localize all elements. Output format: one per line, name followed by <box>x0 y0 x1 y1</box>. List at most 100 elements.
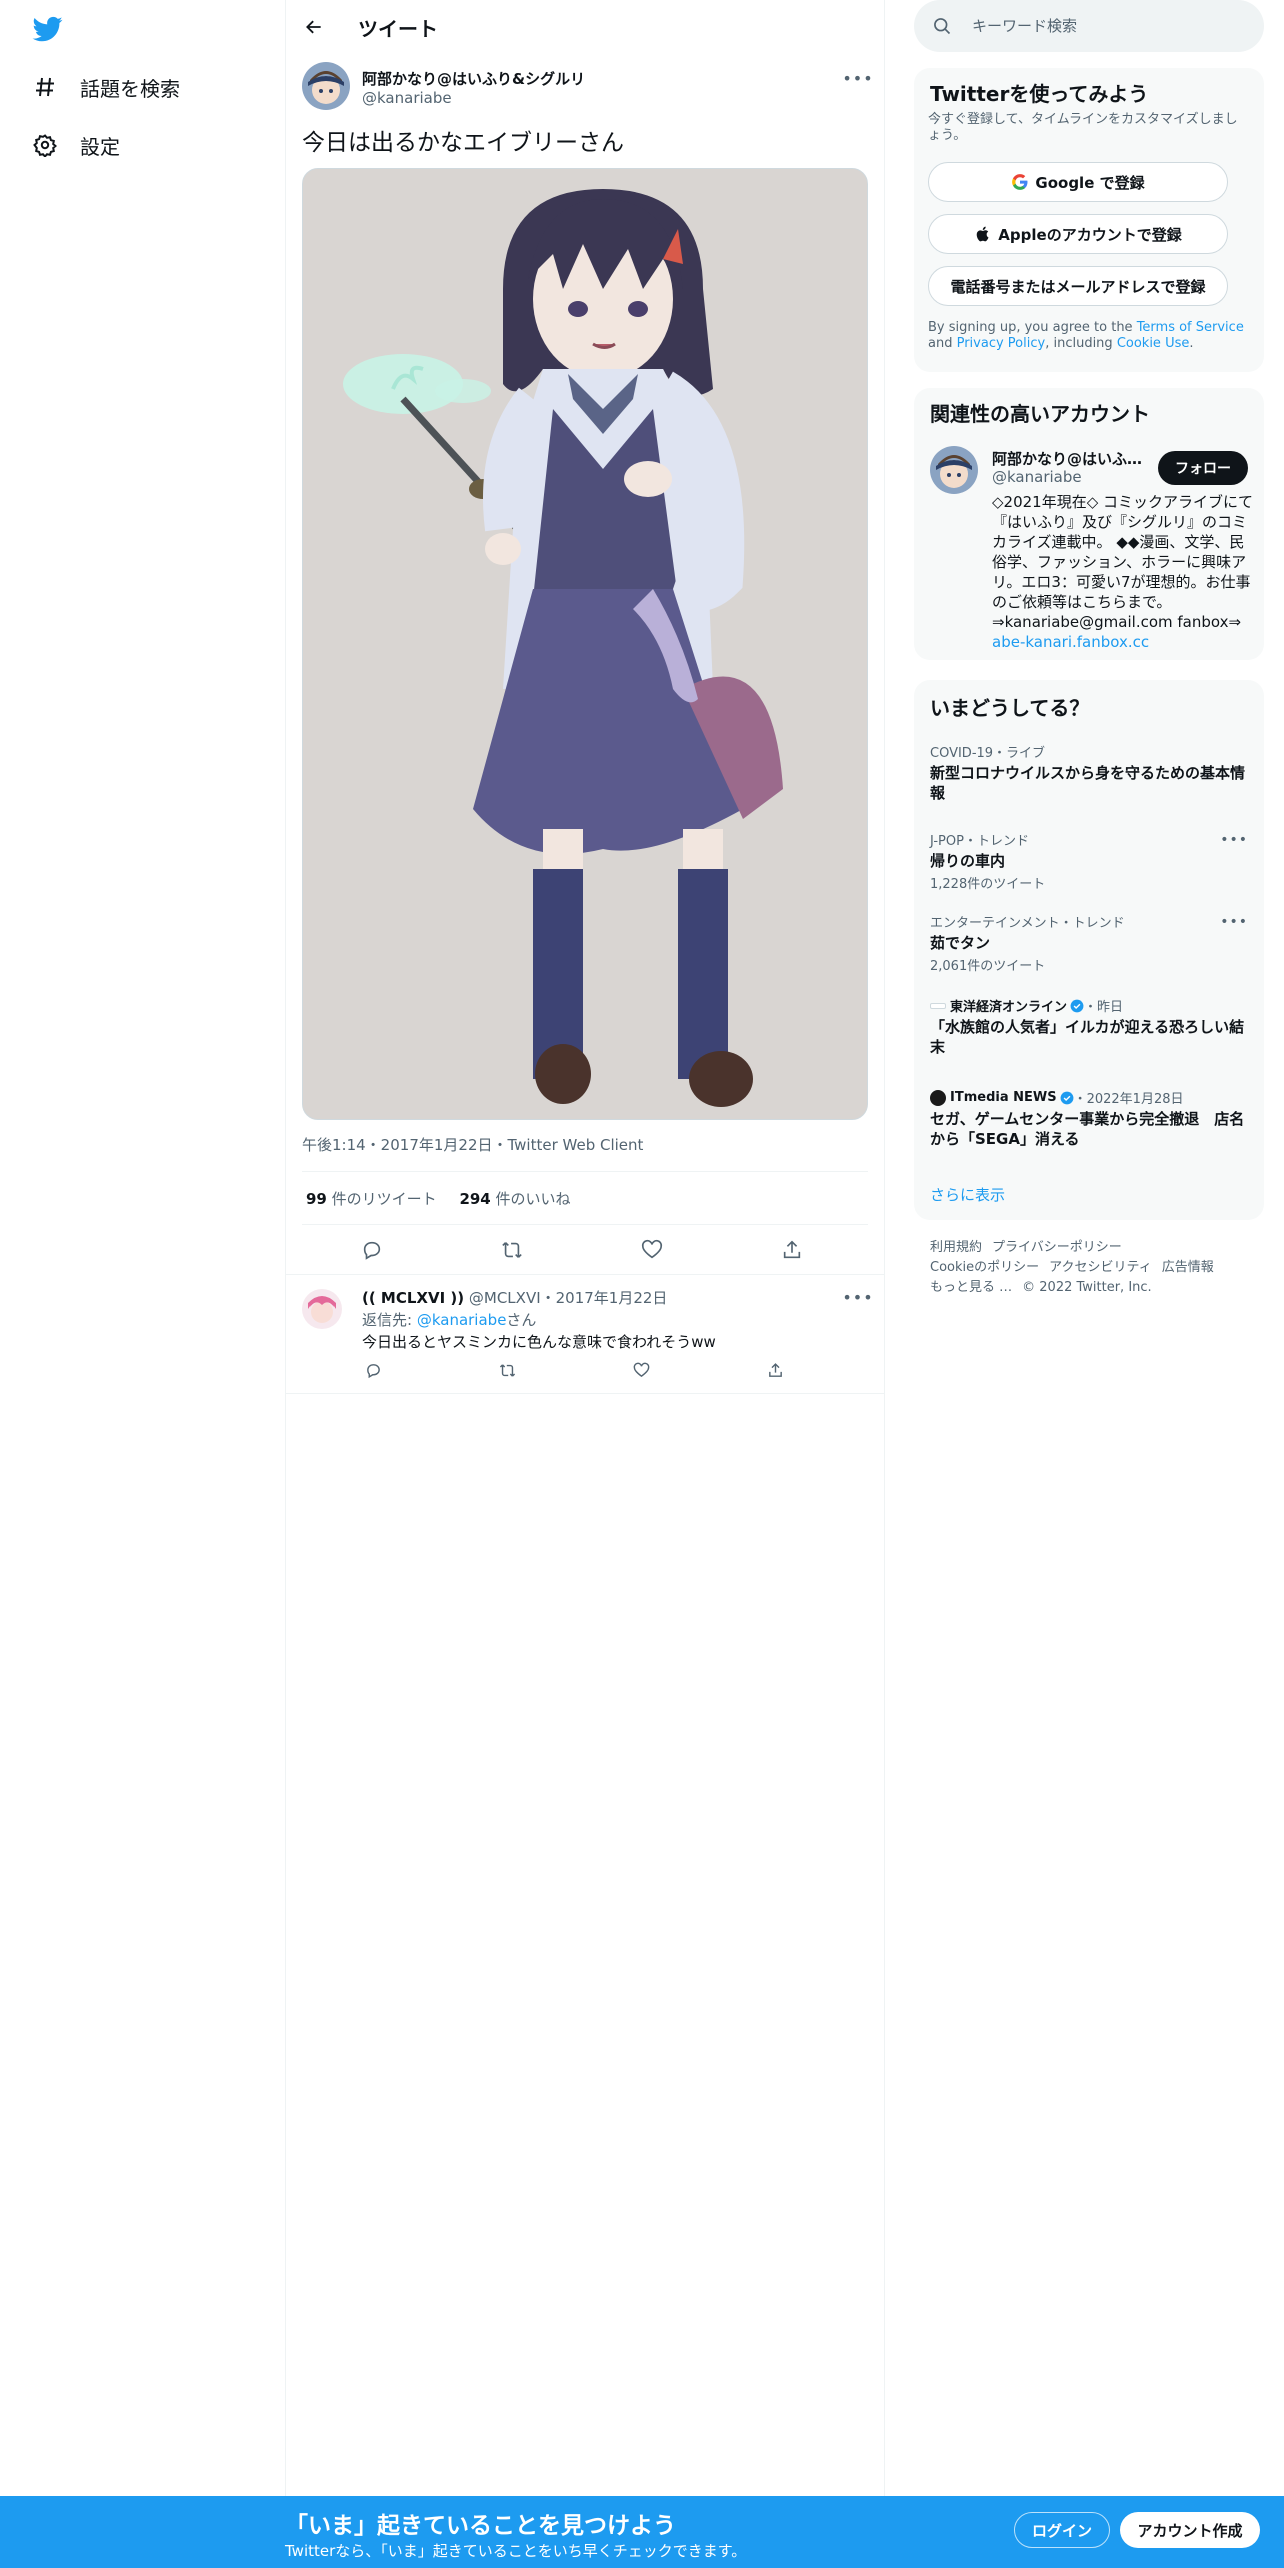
reply-text: 今日出るとヤスミンカに色んな意味で食われそうww <box>362 1333 716 1351</box>
news-item[interactable]: ITmedia NEWS ・2022年1月28日 セガ、ゲームセンター事業から完… <box>930 1088 1248 1149</box>
reply-icon[interactable] <box>362 1359 384 1381</box>
avatar[interactable] <box>930 446 978 494</box>
tweet-actions <box>302 1232 868 1268</box>
apple-signup-button[interactable]: Appleのアカウントで登録 <box>928 214 1228 254</box>
news-source-line: 東洋経済オンライン ・昨日 <box>930 996 1248 1015</box>
likes-stat[interactable]: 294 件のいいね <box>459 1190 570 1208</box>
show-more-link[interactable]: さらに表示 <box>930 1184 1005 1205</box>
more-options-icon[interactable]: ••• <box>842 1285 872 1309</box>
footer-link-terms[interactable]: 利用規約 <box>930 1240 982 1255</box>
hashtag-icon <box>32 74 58 100</box>
bio-link[interactable]: abe-kanari.fanbox.cc <box>992 633 1149 651</box>
follow-button[interactable]: フォロー <box>1158 451 1248 485</box>
reply-to-line: 返信先: @kanariabeさん <box>362 1309 536 1330</box>
tweet-stats: 99 件のリツイート 294 件のいいね <box>306 1188 571 1209</box>
page-header: ツイート <box>286 0 884 54</box>
left-navigation: 話題を検索 設定 <box>0 0 285 2496</box>
apple-signup-label: Appleのアカウントで登録 <box>998 225 1182 244</box>
more-options-icon[interactable]: ••• <box>1220 832 1248 848</box>
nav-item-settings[interactable]: 設定 <box>32 125 120 165</box>
phone-email-signup-button[interactable]: 電話番号またはメールアドレスで登録 <box>928 266 1228 306</box>
gear-icon <box>32 132 58 158</box>
footer-link-accessibility[interactable]: アクセシビリティ <box>1049 1260 1152 1275</box>
retweets-stat[interactable]: 99 件のリツイート <box>306 1190 437 1208</box>
related-account-handle[interactable]: @kanariabe <box>992 468 1082 486</box>
reply-icon[interactable] <box>358 1236 386 1264</box>
signup-terms: By signing up, you agree to the Terms of… <box>928 320 1254 352</box>
retweets-count: 99 <box>306 1190 327 1208</box>
avatar[interactable] <box>302 62 350 110</box>
tweet-author-name[interactable]: 阿部かなり@はいふり&シグルリ <box>362 68 585 89</box>
trend-item[interactable]: J-POP・トレンド 帰りの車内 1,228件のツイート ••• <box>930 830 1248 892</box>
retweet-icon[interactable] <box>496 1359 518 1381</box>
reply-tweet[interactable]: (( MCLXVI )) @MCLXVI・2017年1月22日 ••• 返信先:… <box>286 1274 884 1394</box>
create-account-button[interactable]: アカウント作成 <box>1120 2512 1260 2548</box>
likes-count: 294 <box>459 1190 491 1208</box>
trend-tweet-count: 1,228件のツイート <box>930 877 1046 892</box>
news-headline: 「水族館の人気者」イルカが迎える恐ろしい結末 <box>930 1018 1245 1056</box>
like-heart-icon[interactable] <box>638 1236 666 1264</box>
news-source-logo-icon <box>930 1089 946 1106</box>
reply-to-handle-link[interactable]: @kanariabe <box>417 1311 507 1329</box>
footer-link-cookie[interactable]: Cookieのポリシー <box>930 1260 1039 1275</box>
trends-title: いまどうしてる？ <box>930 696 1090 720</box>
divider <box>302 1224 868 1225</box>
illustration-image <box>303 169 867 1119</box>
retweet-icon[interactable] <box>498 1236 526 1264</box>
twitter-bird-icon[interactable] <box>31 14 65 44</box>
terms-text: and <box>928 336 957 351</box>
more-options-icon[interactable]: ••• <box>1220 914 1248 930</box>
like-heart-icon[interactable] <box>630 1359 652 1381</box>
signup-description: 今すぐ登録して、タイムラインをカスタマイズしましょう。 <box>928 112 1238 143</box>
tweet-author-handle[interactable]: @kanariabe <box>362 89 452 107</box>
footer-link-ads[interactable]: 広告情報 <box>1162 1260 1214 1275</box>
trend-category: エンターテインメント・トレンド <box>930 916 1125 931</box>
signup-title: Twitterを使ってみよう <box>930 82 1149 106</box>
more-options-icon[interactable]: ••• <box>842 66 872 90</box>
nav-item-explore[interactable]: 話題を検索 <box>32 67 180 107</box>
reply-handle-date[interactable]: @MCLXVI・2017年1月22日 <box>464 1289 668 1307</box>
share-icon[interactable] <box>764 1359 786 1381</box>
related-account-name[interactable]: 阿部かなり@はいふり&シグルリ <box>992 448 1152 469</box>
terms-text: . <box>1189 336 1194 351</box>
signup-prompt-bar: 「いま」起きていることを見つけよう Twitterなら、「いま」起きていることを… <box>0 2496 1284 2568</box>
footer-links: 利用規約 プライバシーポリシー Cookieのポリシー アクセシビリティ 広告情報 も… <box>930 1238 1260 1298</box>
privacy-policy-link[interactable]: Privacy Policy <box>957 336 1046 351</box>
trend-title: 新型コロナウイルスから身を守るための基本情報 <box>930 764 1246 802</box>
news-item[interactable]: 東洋経済オンライン ・昨日 「水族館の人気者」イルカが迎える恐ろしい結末 <box>930 996 1248 1057</box>
trend-item[interactable]: エンターテインメント・トレンド 茹でタン 2,061件のツイート ••• <box>930 912 1248 974</box>
terms-text: By signing up, you agree to the <box>928 320 1137 335</box>
likes-label: 件のいいね <box>490 1190 571 1208</box>
main-column: ツイート 阿部かなり@はいふり&シグルリ @kanariabe ••• 今日は出… <box>285 0 885 2496</box>
footer-link-more[interactable]: もっと見る … <box>930 1280 1012 1295</box>
trend-item[interactable]: COVID-19・ライブ 新型コロナウイルスから身を守るための基本情報 <box>930 742 1248 803</box>
tweet-timestamp[interactable]: 午後1:14・2017年1月22日・Twitter Web Client <box>302 1134 643 1155</box>
footer-copyright: © 2022 Twitter, Inc. <box>1022 1280 1152 1295</box>
news-source-line: ITmedia NEWS ・2022年1月28日 <box>930 1088 1248 1107</box>
tweet-author-avatar[interactable] <box>302 62 350 110</box>
trends-card: いまどうしてる？ COVID-19・ライブ 新型コロナウイルスから身を守るための… <box>914 680 1264 1220</box>
back-arrow-icon[interactable] <box>300 13 328 41</box>
news-time: ・昨日 <box>1084 1000 1124 1015</box>
footer-link-privacy[interactable]: プライバシーポリシー <box>992 1240 1122 1255</box>
nav-item-label: 設定 <box>80 134 120 159</box>
reply-author-name[interactable]: (( MCLXVI )) <box>362 1289 464 1307</box>
news-headline: セガ、ゲームセンター事業から完全撤退 店名から「SEGA」消える <box>930 1110 1245 1148</box>
terms-of-service-link[interactable]: Terms of Service <box>1137 320 1244 335</box>
google-signup-label: Google で登録 <box>1035 173 1145 192</box>
google-signup-button[interactable]: Google で登録 <box>928 162 1228 202</box>
bottom-bar-subtitle: Twitterなら、「いま」起きていることをいち早くチェックできます。 <box>285 2542 747 2560</box>
search-bar[interactable] <box>914 0 1264 52</box>
reply-to-suffix: さん <box>506 1311 537 1329</box>
search-input[interactable] <box>972 17 1232 35</box>
retweets-label: 件のリツイート <box>326 1190 437 1208</box>
avatar[interactable] <box>302 1289 342 1329</box>
verified-badge-icon <box>1070 999 1084 1013</box>
bio-text: ◇2021年現在◇ コミックアライブにて『はいふり』及び『シグルリ』のコミカライ… <box>992 493 1254 631</box>
tweet-media-image[interactable] <box>302 168 868 1120</box>
share-icon[interactable] <box>778 1236 806 1264</box>
login-button[interactable]: ログイン <box>1014 2512 1110 2548</box>
trend-tweet-count: 2,061件のツイート <box>930 959 1046 974</box>
cookie-use-link[interactable]: Cookie Use <box>1117 336 1190 351</box>
apple-logo-icon <box>974 225 992 243</box>
